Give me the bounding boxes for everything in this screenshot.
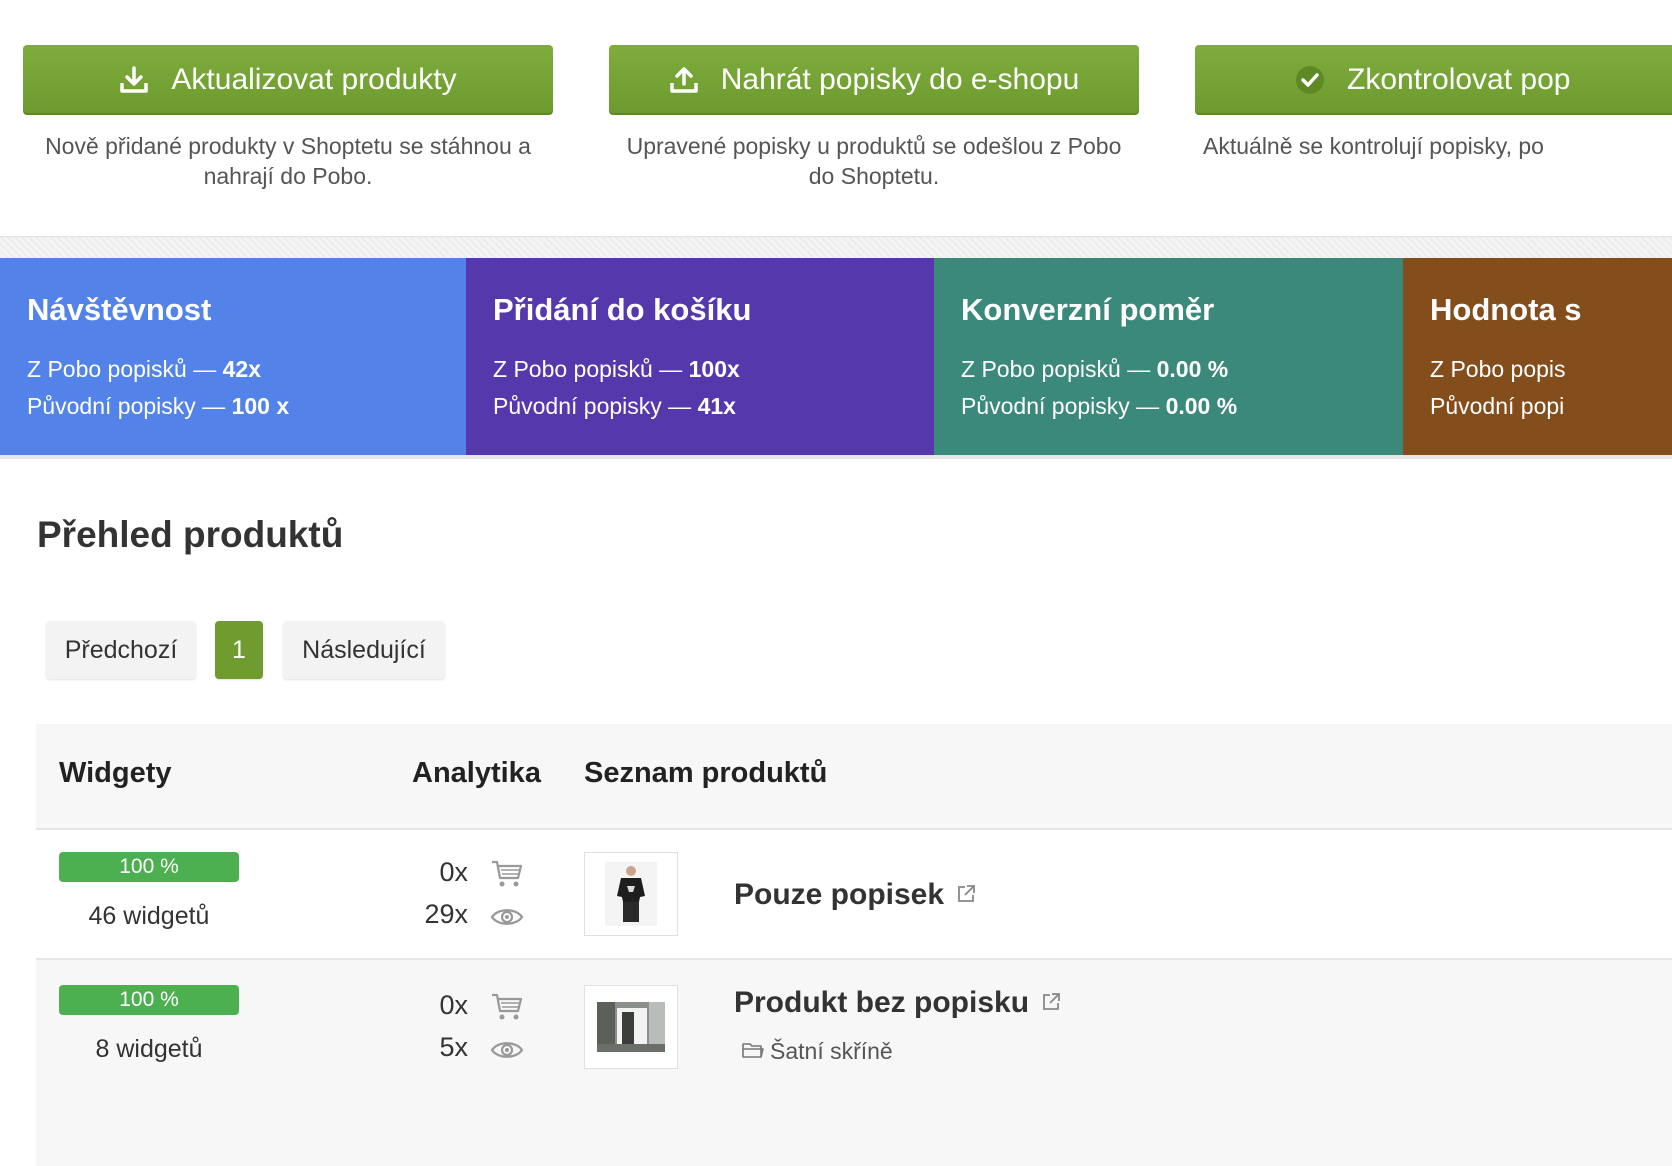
update-products-description: Nově přidané produkty v Shoptetu se stáh… — [45, 133, 531, 189]
tshirt-model-image — [605, 862, 657, 926]
stat-label: Původní popisky — — [961, 393, 1166, 419]
stat-tile-visits: Návštěvnost Z Pobo popisků — 42x Původní… — [0, 258, 466, 455]
column-header-widgets[interactable]: Widgety — [59, 757, 172, 790]
stat-value: 0.00 % — [1165, 393, 1238, 419]
column-header-analytics[interactable]: Analytika — [412, 757, 541, 790]
stat-pobo-line: Z Pobo popis — [1430, 356, 1566, 383]
check-descriptions-action: Zkontrolovat pop Aktuálně se kontrolují … — [1195, 45, 1672, 161]
views-count: 29x — [424, 899, 468, 929]
check-descriptions-description: Aktuálně se kontrolují popisky, po — [1203, 133, 1544, 159]
stat-value: 0.00 % — [1156, 356, 1229, 382]
stat-title: Přidání do košíku — [493, 292, 752, 327]
action-bar: Aktualizovat produkty Nově přidané produ… — [0, 0, 1672, 236]
stat-title: Konverzní poměr — [961, 292, 1215, 327]
stat-label: Z Pobo popisků — — [961, 356, 1157, 382]
product-thumbnail[interactable] — [584, 852, 678, 936]
update-products-button[interactable]: Aktualizovat produkty — [23, 45, 553, 115]
pagination-page-1[interactable]: 1 — [215, 621, 263, 679]
eye-icon — [490, 1039, 524, 1066]
product-thumbnail[interactable] — [584, 985, 678, 1069]
upload-descriptions-action: Nahrát popisky do e-shopu Upravené popis… — [609, 45, 1139, 191]
stat-original-line: Původní popi — [1430, 393, 1564, 420]
progress-label: 100 % — [119, 855, 179, 878]
table-row: 100 % 46 widgetů 0x 29x Pouze popisek — [36, 830, 1672, 960]
pagination-next-button[interactable]: Následující — [283, 621, 445, 679]
stat-pobo-line: Z Pobo popisků — 0.00 % — [961, 356, 1228, 383]
eye-icon — [490, 906, 524, 933]
products-table: Widgety Analytika Seznam produktů 100 % … — [36, 724, 1672, 1166]
external-link-icon[interactable] — [1041, 986, 1061, 1020]
widget-progress-bar: 100 % — [59, 852, 239, 882]
progress-label: 100 % — [119, 988, 179, 1011]
cart-icon — [490, 992, 524, 1027]
column-header-products[interactable]: Seznam produktů — [584, 757, 827, 790]
upload-descriptions-description: Upravené popisky u produktů se odešlou z… — [626, 133, 1122, 189]
upload-descriptions-button[interactable]: Nahrát popisky do e-shopu — [609, 45, 1139, 115]
table-header: Widgety Analytika Seznam produktů — [36, 724, 1672, 830]
check-descriptions-label: Zkontrolovat pop — [1347, 63, 1571, 96]
check-descriptions-button[interactable]: Zkontrolovat pop — [1195, 45, 1672, 115]
stat-value: 100x — [688, 356, 740, 382]
stat-tile-value: Hodnota s Z Pobo popis Původní popi — [1403, 258, 1672, 455]
widget-progress-bar: 100 % — [59, 985, 239, 1015]
product-name-text[interactable]: Pouze popisek — [734, 878, 944, 912]
stat-pobo-line: Z Pobo popisků — 100x — [493, 356, 740, 383]
views-count: 5x — [439, 1032, 468, 1062]
update-products-label: Aktualizovat produkty — [171, 63, 457, 96]
page-title: Přehled produktů — [37, 514, 344, 555]
stat-pobo-line: Z Pobo popisků — 42x — [27, 356, 261, 383]
stat-tile-add-to-cart: Přidání do košíku Z Pobo popisků — 100x … — [466, 258, 934, 455]
update-products-action: Aktualizovat produkty Nově přidané produ… — [23, 45, 553, 191]
cart-count: 0x — [439, 857, 468, 887]
widget-count: 46 widgetů — [88, 902, 210, 930]
product-category-label[interactable]: Šatní skříně — [770, 1038, 893, 1065]
product-name[interactable]: Produkt bez popisku — [734, 986, 1061, 1020]
cart-count: 0x — [439, 990, 468, 1020]
check-icon — [1295, 65, 1325, 95]
stat-label: Původní popisky — — [493, 393, 698, 419]
external-link-icon[interactable] — [956, 878, 976, 912]
stat-label: Z Pobo popis — [1430, 356, 1566, 382]
stat-value: 42x — [222, 356, 261, 382]
stats-bottom-border — [0, 455, 1672, 459]
section-divider — [0, 236, 1672, 259]
stat-title: Návštěvnost — [27, 292, 212, 327]
stat-label: Původní popi — [1430, 393, 1565, 419]
folder-icon — [742, 1038, 764, 1065]
stats-row: Návštěvnost Z Pobo popisků — 42x Původní… — [0, 258, 1672, 455]
stat-title: Hodnota s — [1430, 292, 1582, 327]
table-row: 100 % 8 widgetů 0x 5x Produkt bez popisk… — [36, 960, 1672, 1166]
product-category[interactable]: Šatní skříně — [742, 1038, 893, 1065]
product-name[interactable]: Pouze popisek — [734, 878, 976, 912]
stat-label: Z Pobo popisků — — [493, 356, 689, 382]
pagination-previous-button[interactable]: Předchozí — [46, 621, 196, 679]
wardrobe-image — [597, 1002, 665, 1052]
stat-label: Z Pobo popisků — — [27, 356, 223, 382]
stat-original-line: Původní popisky — 100 x — [27, 393, 289, 420]
cart-icon — [490, 859, 524, 894]
upload-descriptions-label: Nahrát popisky do e-shopu — [720, 63, 1080, 96]
stat-label: Původní popisky — — [27, 393, 232, 419]
product-name-text[interactable]: Produkt bez popisku — [734, 986, 1029, 1020]
widget-count: 8 widgetů — [95, 1035, 203, 1063]
stat-value: 100 x — [231, 393, 290, 419]
stat-tile-conversion: Konverzní poměr Z Pobo popisků — 0.00 % … — [934, 258, 1403, 455]
upload-icon — [669, 66, 699, 94]
stat-original-line: Původní popisky — 41x — [493, 393, 736, 420]
stat-value: 41x — [697, 393, 736, 419]
stat-original-line: Původní popisky — 0.00 % — [961, 393, 1237, 420]
download-icon — [119, 66, 149, 94]
